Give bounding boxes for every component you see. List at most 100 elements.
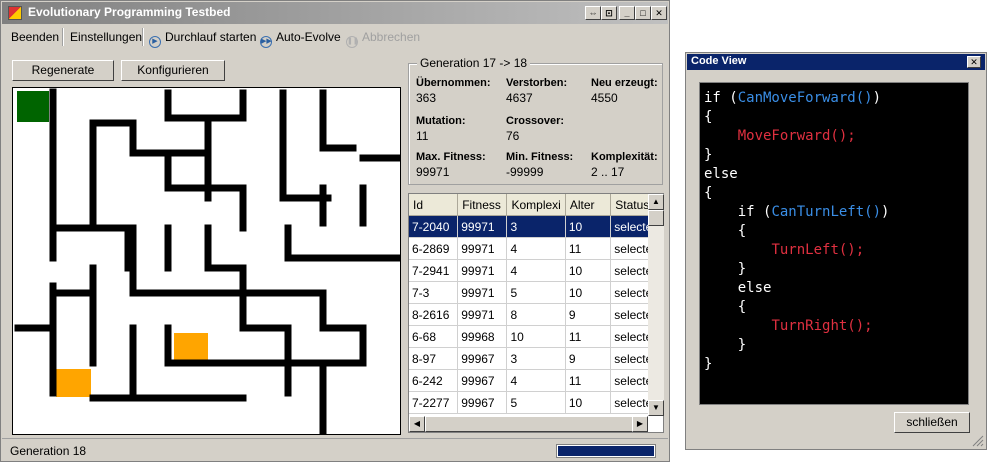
code-line: { [704,298,746,317]
population-grid[interactable]: Id Fitness Komplexi Alter Status 7-2040 9… [408,193,664,433]
stat-label: Verstorben: [506,77,568,89]
close-icon[interactable]: ✕ [967,56,981,68]
table-cell: 99971 [457,215,508,238]
code-function: CanTurnLeft() [771,204,882,220]
table-row[interactable]: 8-2616 99971 8 9 selected [409,303,663,326]
stat-label: Übernommen: [416,77,491,89]
code-line: } [704,336,746,355]
maximize-button[interactable]: □ [635,6,651,20]
code-action: TurnRight(); [771,318,873,334]
table-cell: 11 [565,325,612,348]
vertical-scrollbar[interactable]: ▲ ▼ [648,194,664,416]
code-text: { [704,299,747,315]
menu-abbrechen[interactable]: ❚❚ Abbrechen [346,29,421,48]
code-view-titlebar[interactable]: Code View ✕ [687,54,985,70]
table-cell: 8-2616 [409,303,459,326]
code-line: } [704,355,712,374]
menu-beenden[interactable]: Beenden [11,29,59,46]
stat-value: 4550 [591,91,618,105]
menu-auto-evolve[interactable]: ▶▶ Auto-Evolve [260,29,341,48]
table-row[interactable]: 7-3 99971 5 10 selected [409,281,663,304]
table-cell: 11 [565,237,612,260]
konfigurieren-button[interactable]: Konfigurieren [121,60,225,81]
scroll-thumb[interactable] [425,416,633,432]
code-function: CanMoveForward() [737,90,873,106]
code-text: ) [881,204,890,220]
abbrechen-label: Abbrechen [362,30,421,44]
resize-grip-icon[interactable] [970,433,984,447]
code-text: } [704,261,747,277]
table-row[interactable]: 7-2040 99971 3 10 selected [409,215,663,238]
scroll-up-icon[interactable]: ▲ [648,194,664,210]
code-view-title: Code View [691,55,747,67]
scroll-left-icon[interactable]: ◀ [409,416,425,432]
table-row[interactable]: 6-2869 99971 4 11 selected [409,237,663,260]
stat-value: 363 [416,91,437,105]
app-icon [8,6,22,20]
code-text: } [704,147,713,163]
column-header-id[interactable]: Id [409,194,459,216]
menu-einstellungen[interactable]: Einstellungen [70,29,142,46]
code-text: else [704,280,772,296]
table-row[interactable]: 7-2277 99967 5 10 selected [409,391,663,414]
stat-label: Neu erzeugt: [591,77,658,89]
population-table: Id Fitness Komplexi Alter Status 7-2040 9… [409,194,663,414]
code-line: { [704,108,712,127]
code-line: else [704,279,772,298]
table-cell: 7-2941 [409,259,459,282]
stat-label: Max. Fitness: [416,151,486,163]
table-cell: 10 [565,391,612,414]
menu-bar: Beenden Einstellungen ▶ Durchlauf starten… [2,25,668,49]
table-cell: 10 [565,215,612,238]
table-cell: 5 [506,281,566,304]
column-header-fitness[interactable]: Fitness [457,194,508,216]
status-bar: Generation 18 [2,438,668,462]
stat-value: -99999 [506,165,544,179]
progress-fill [558,446,654,456]
table-row[interactable]: 7-2941 99971 4 10 selected [409,259,663,282]
scroll-thumb[interactable] [648,210,664,226]
menu-durchlauf-starten[interactable]: ▶ Durchlauf starten [149,29,256,48]
table-cell: 3 [506,347,566,370]
table-cell: 8-97 [409,347,459,370]
table-cell: 99971 [457,259,508,282]
close-button[interactable]: ✕ [651,6,667,20]
table-cell: 3 [506,215,566,238]
table-row[interactable]: 6-242 99967 4 11 selected [409,369,663,392]
table-cell: 9 [565,303,612,326]
code-line: else [704,165,738,184]
code-editor[interactable]: if (CanMoveForward()) { MoveForward();} el… [699,82,969,405]
stat-value: 4637 [506,91,533,105]
table-cell: 6-68 [409,325,459,348]
table-cell: 99967 [457,347,508,370]
regenerate-button[interactable]: Regenerate [12,60,114,81]
restore-layout-button[interactable]: ⊡ [601,6,617,20]
column-header-alter[interactable]: Alter [565,194,612,216]
table-row[interactable]: 6-68 99968 10 11 selected [409,325,663,348]
code-line: MoveForward(); [704,127,856,146]
stat-label: Crossover: [506,115,565,127]
stat-label: Komplexität: [591,151,658,163]
code-text: } [704,337,747,353]
horizontal-scrollbar[interactable]: ◀ ▶ [409,416,648,432]
status-text: Generation 18 [10,444,87,458]
table-header-row: Id Fitness Komplexi Alter Status [409,194,663,216]
minimize-button[interactable]: _ [619,6,635,20]
table-cell: 7-3 [409,281,459,304]
table-row[interactable]: 8-97 99967 3 9 selected [409,347,663,370]
schliessen-button[interactable]: schließen [894,412,970,433]
stat-value: 2 .. 17 [591,165,625,179]
scroll-right-icon[interactable]: ▶ [632,416,648,432]
swap-layout-button[interactable]: ⇔ [585,6,601,20]
code-text: if ( [704,90,738,106]
column-header-komplexitaet[interactable]: Komplexi [506,194,566,216]
title-bar[interactable]: Evolutionary Programming Testbed ⇔ ⊡ _ □… [2,2,668,24]
maze-canvas[interactable] [12,87,401,435]
table-cell: 99971 [457,237,508,260]
code-line: } [704,260,746,279]
menu-separator [62,28,64,46]
stat-value: 76 [506,129,520,143]
table-cell: 10 [565,281,612,304]
table-cell: 99971 [457,281,508,304]
scroll-down-icon[interactable]: ▼ [648,400,664,416]
